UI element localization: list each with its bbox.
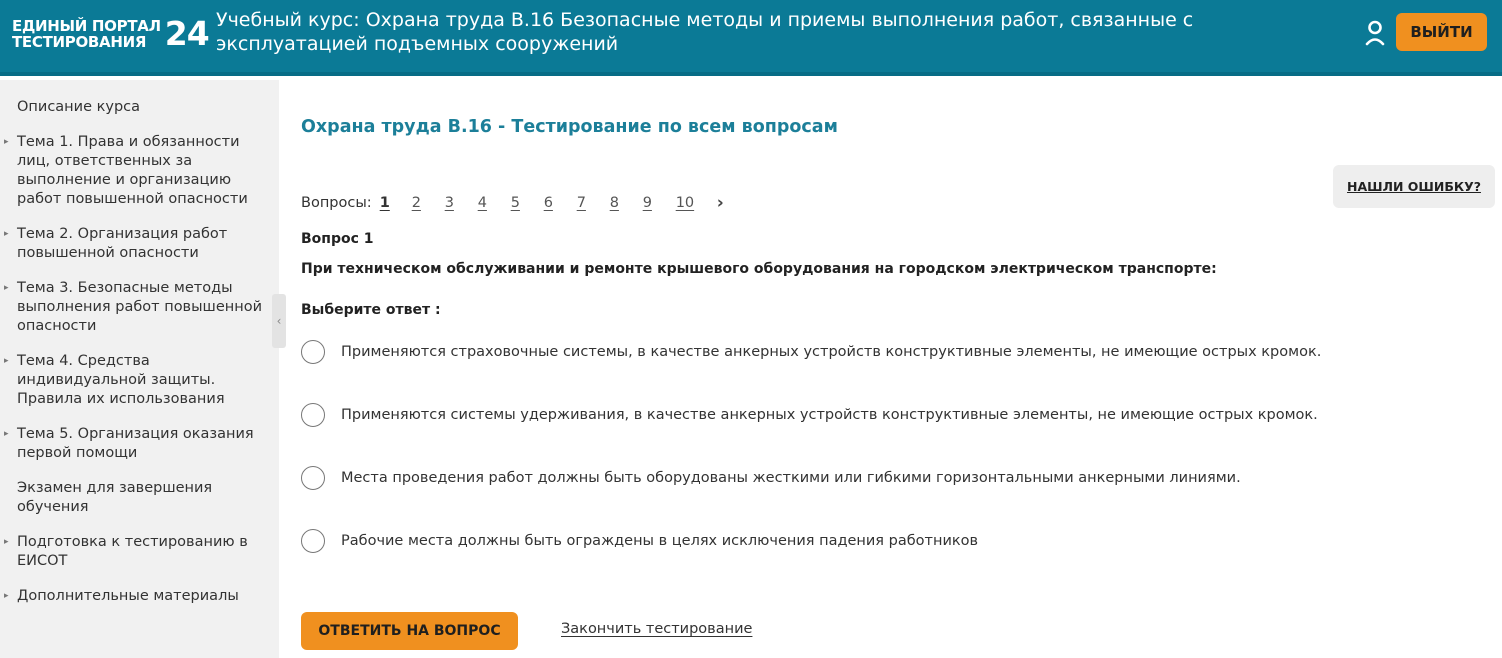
sidebar-item[interactable]: ▸ Подготовка к тестированию в ЕИСОТ xyxy=(0,533,279,571)
course-sidebar: Описание курса ▸ Тема 1. Права и обязаннос… xyxy=(0,80,279,658)
pager-links: 1 2 3 4 5 6 7 8 9 10 xyxy=(380,195,716,211)
sidebar-item-label: Тема 1. Права и обязанности лиц, ответст… xyxy=(17,134,248,207)
top-header: ЕДИНЫЙ ПОРТАЛ ТЕСТИРОВАНИЯ 24 Учебный ку… xyxy=(0,0,1502,76)
page-title: Охрана труда В.16 - Тестирование по всем… xyxy=(301,117,838,137)
page-link[interactable]: 1 xyxy=(380,195,412,211)
logo-line1: ЕДИНЫЙ ПОРТАЛ xyxy=(12,17,161,35)
sidebar-item[interactable]: ▸ Тема 4. Средства индивидуальной защиты.… xyxy=(0,352,279,409)
sidebar-item[interactable]: ▸ Тема 3. Безопасные методы выполнения ра… xyxy=(0,279,279,336)
sidebar-item[interactable]: ▸ Тема 5. Организация оказания первой пом… xyxy=(0,425,279,463)
sidebar-menu: Описание курса ▸ Тема 1. Права и обязаннос… xyxy=(0,98,279,606)
answer-option-text: Применяются системы удерживания, в качес… xyxy=(341,407,1318,423)
answer-option-text: Места проведения работ должны быть обору… xyxy=(341,470,1241,486)
chevron-right-icon[interactable]: › xyxy=(717,193,724,213)
sidebar-item-label: Тема 5. Организация оказания первой помо… xyxy=(17,426,254,461)
caret-right-icon: ▸ xyxy=(4,591,9,601)
sidebar-item-label: Экзамен для завершения обучения xyxy=(17,480,213,515)
page-link[interactable]: 7 xyxy=(577,195,610,211)
pager-label: Вопросы: xyxy=(301,195,372,211)
answer-option-2[interactable]: Применяются системы удерживания, в качес… xyxy=(301,402,1451,428)
answer-option-text: Рабочие места должны быть ограждены в це… xyxy=(341,533,979,549)
radio-button[interactable] xyxy=(301,340,325,364)
caret-right-icon: ▸ xyxy=(4,537,9,547)
choose-answer-label: Выберите ответ : xyxy=(301,302,441,318)
page-link[interactable]: 3 xyxy=(445,195,478,211)
logout-button[interactable]: ВЫЙТИ xyxy=(1396,13,1487,51)
page-link[interactable]: 9 xyxy=(643,195,676,211)
question-text: При техническом обслуживании и ремонте к… xyxy=(301,261,1217,277)
sidebar-item-label: Тема 4. Средства индивидуальной защиты. … xyxy=(17,353,225,407)
caret-right-icon: ▸ xyxy=(4,137,9,147)
caret-right-icon: ▸ xyxy=(4,229,9,239)
answer-option-text: Применяются страховочные системы, в каче… xyxy=(341,344,1322,360)
logo-number: 24 xyxy=(164,14,210,53)
finish-testing-link[interactable]: Закончить тестирование xyxy=(561,621,752,637)
sidebar-item[interactable]: ▸ Дополнительные материалы xyxy=(0,587,279,606)
answer-option-1[interactable]: Применяются страховочные системы, в каче… xyxy=(301,339,1451,365)
portal-logo[interactable]: ЕДИНЫЙ ПОРТАЛ ТЕСТИРОВАНИЯ 24 xyxy=(12,14,210,53)
radio-button[interactable] xyxy=(301,466,325,490)
page-link[interactable]: 6 xyxy=(544,195,577,211)
logo-text: ЕДИНЫЙ ПОРТАЛ ТЕСТИРОВАНИЯ xyxy=(12,18,161,50)
chevron-left-icon: ‹ xyxy=(276,314,282,328)
sidebar-item-label: Подготовка к тестированию в ЕИСОТ xyxy=(17,534,248,569)
page-link[interactable]: 5 xyxy=(511,195,544,211)
answer-option-3[interactable]: Места проведения работ должны быть обору… xyxy=(301,465,1451,491)
report-error-button[interactable]: НАШЛИ ОШИБКУ? xyxy=(1333,165,1495,208)
question-number: Вопрос 1 xyxy=(301,231,374,247)
question-pager: Вопросы: 1 2 3 4 5 6 7 8 9 10 › xyxy=(301,193,724,213)
sidebar-item[interactable]: Описание курса xyxy=(0,98,279,117)
radio-button[interactable] xyxy=(301,403,325,427)
sidebar-item[interactable]: ▸ Тема 1. Права и обязанности лиц, ответс… xyxy=(0,133,279,209)
course-title: Учебный курс: Охрана труда В.16 Безопасн… xyxy=(216,9,1194,55)
caret-right-icon: ▸ xyxy=(4,429,9,439)
sidebar-item-label: Тема 3. Безопасные методы выполнения раб… xyxy=(17,280,262,334)
sidebar-item[interactable]: Экзамен для завершения обучения xyxy=(0,479,279,517)
sidebar-item-label: Описание курса xyxy=(17,99,141,115)
caret-right-icon: ▸ xyxy=(4,356,9,366)
page-link[interactable]: 2 xyxy=(412,195,445,211)
page-link[interactable]: 4 xyxy=(478,195,511,211)
page-link[interactable]: 10 xyxy=(676,195,716,211)
user-icon[interactable] xyxy=(1364,20,1386,46)
page-link[interactable]: 8 xyxy=(610,195,643,211)
sidebar-item-label: Тема 2. Организация работ повышенной опа… xyxy=(17,226,228,261)
sidebar-collapse-handle[interactable]: ‹ xyxy=(272,294,286,348)
sidebar-item-label: Дополнительные материалы xyxy=(17,588,239,604)
caret-right-icon: ▸ xyxy=(4,283,9,293)
sidebar-item[interactable]: ▸ Тема 2. Организация работ повышенной оп… xyxy=(0,225,279,263)
submit-answer-button[interactable]: ОТВЕТИТЬ НА ВОПРОС xyxy=(301,612,518,650)
logo-line2: ТЕСТИРОВАНИЯ xyxy=(12,33,147,51)
radio-button[interactable] xyxy=(301,529,325,553)
answer-option-4[interactable]: Рабочие места должны быть ограждены в це… xyxy=(301,528,1451,554)
